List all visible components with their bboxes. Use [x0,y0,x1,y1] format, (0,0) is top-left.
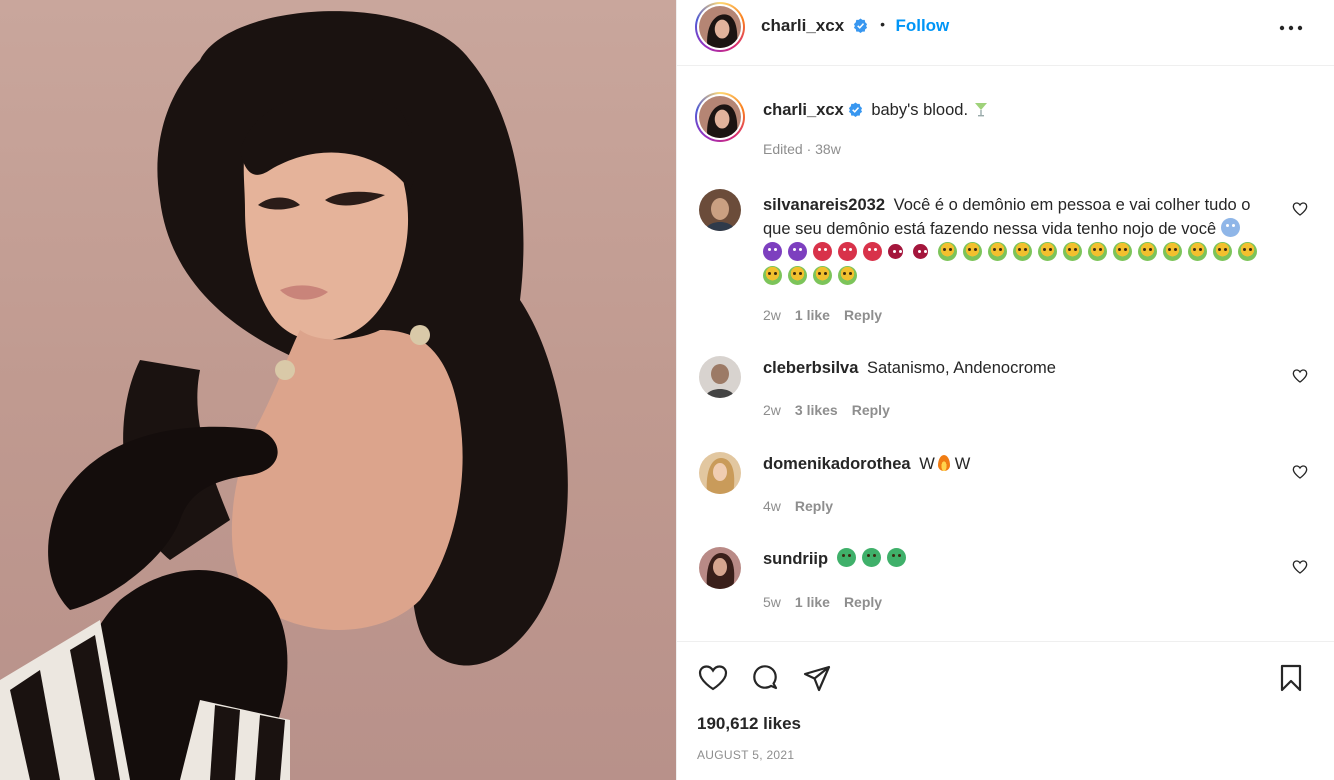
author-avatar[interactable] [695,2,745,52]
reply-button[interactable]: Reply [844,594,882,610]
nauseated-emoji-icon [838,266,857,285]
post-date: AUGUST 5, 2021 [697,748,795,762]
comment-meta: 5w 1 like Reply [763,594,896,610]
nauseated-green-emoji-icon [861,548,881,567]
comments-section: charli_xcx baby's blood. Edited · 38w si… [677,66,1334,641]
comment-heart-icon[interactable] [1292,201,1308,217]
nauseated-emoji-icon [988,242,1007,261]
nauseated-emoji-icon [1163,242,1182,261]
comment-likes[interactable]: 3 likes [795,402,838,418]
ogre-emoji-icon [863,242,882,261]
nauseated-emoji-icon [788,266,807,285]
comment-text-after: W [954,455,971,473]
nauseated-green-emoji-icon [836,548,856,567]
comment-meta: 2w 1 like Reply [763,307,896,323]
more-options-icon[interactable] [1276,16,1306,40]
caption-meta: Edited · 38w [763,141,855,157]
like-heart-icon[interactable] [697,662,729,694]
comment-emojis [836,548,912,568]
nauseated-emoji-icon [1238,242,1257,261]
caption-username[interactable]: charli_xcx [763,101,844,119]
comment-username[interactable]: domenikadorothea [763,455,911,473]
comment-username[interactable]: silvanareis2032 [763,196,885,214]
nauseated-emoji-icon [1038,242,1057,261]
commenter-avatar[interactable] [699,452,741,494]
nauseated-emoji-icon [938,242,957,261]
follow-button[interactable]: Follow [895,16,949,35]
caption-avatar[interactable] [695,92,745,142]
comment-meta: 4w Reply [763,498,847,514]
comment-text: Satanismo, Andenocrome [866,359,1056,377]
header-separator: • [880,16,885,32]
commenter-avatar[interactable] [699,547,741,589]
comment-age: 4w [763,498,781,514]
nauseated-emoji-icon [1088,242,1107,261]
ogre-emoji-icon [838,242,857,261]
avatar-image [699,96,741,138]
nauseated-green-emoji-icon [886,548,906,567]
comment-heart-icon[interactable] [1292,559,1308,575]
author-username[interactable]: charli_xcx [761,16,844,35]
paper-plane-icon[interactable] [801,662,833,694]
comment-text-block: sundriip [763,547,1268,571]
fire-emoji-icon [937,455,950,471]
verified-badge-icon [853,18,867,33]
cocktail-emoji-icon [975,103,988,117]
comment-username[interactable]: cleberbsilva [763,359,858,377]
commenter-avatar[interactable] [699,356,741,398]
nauseated-emoji-icon [813,266,832,285]
purple-devil-emoji-icon [763,242,782,261]
comment-age: 5w [763,594,781,610]
comment-text-block: domenikadorothea W W [763,452,1268,476]
nauseated-emoji-icon [763,266,782,285]
post-photo[interactable] [0,0,676,780]
comment-heart-icon[interactable] [1292,368,1308,384]
comment-meta: 2w 3 likes Reply [763,402,904,418]
nauseated-emoji-icon [1188,242,1207,261]
nauseated-emoji-icon [1013,242,1032,261]
comment-age: 2w [763,402,781,418]
commenter-avatar[interactable] [699,189,741,231]
purple-devil-emoji-icon [788,242,807,261]
caption-text: baby's blood. [871,101,969,119]
reply-button[interactable]: Reply [844,307,882,323]
comment-text-block: silvanareis2032 Você é o demônio em pess… [763,193,1268,289]
caption-text-block: charli_xcx baby's blood. [763,98,1268,122]
comment-text-before: W [919,455,935,473]
nauseated-emoji-icon [963,242,982,261]
verified-badge-icon [848,102,862,117]
reply-button[interactable]: Reply [852,402,890,418]
devil-face-emoji-icon [888,244,903,259]
bookmark-icon[interactable] [1275,662,1307,694]
post-header: charli_xcx • Follow [677,0,1334,66]
caption-edited-time: Edited · 38w [763,141,841,157]
comment-likes[interactable]: 1 like [795,594,830,610]
post-footer: 190,612 likes AUGUST 5, 2021 [677,641,1334,780]
comment-age: 2w [763,307,781,323]
devil-face-emoji-icon [913,244,928,259]
avatar-image [699,6,741,48]
comment-icon[interactable] [749,662,781,694]
ghost-emoji-icon [1220,218,1240,237]
nauseated-emoji-icon [1138,242,1157,261]
nauseated-emoji-icon [1063,242,1082,261]
nauseated-emoji-icon [1213,242,1232,261]
post-panel: charli_xcx • Follow charli_xcx baby's bl… [676,0,1334,780]
ogre-emoji-icon [813,242,832,261]
comment-heart-icon[interactable] [1292,464,1308,480]
comment-username[interactable]: sundriip [763,550,828,568]
nauseated-emoji-icon [1113,242,1132,261]
comment-likes[interactable]: 1 like [795,307,830,323]
post-photo-illustration [0,11,568,780]
like-count[interactable]: 190,612 likes [697,714,801,734]
reply-button[interactable]: Reply [795,498,833,514]
comment-text-block: cleberbsilva Satanismo, Andenocrome [763,356,1268,380]
